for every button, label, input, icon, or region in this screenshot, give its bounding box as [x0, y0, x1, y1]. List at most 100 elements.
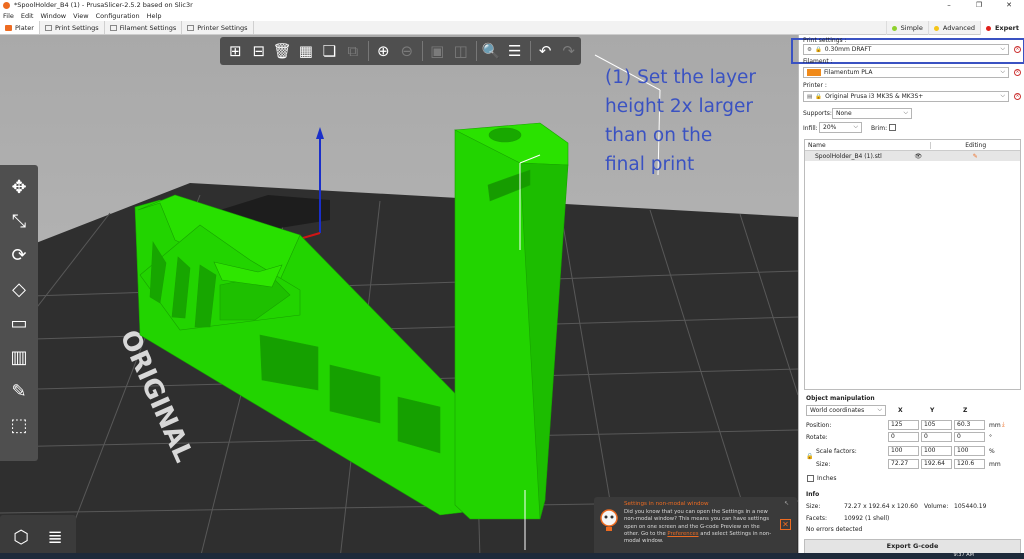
size-y-input[interactable]: 192.64: [921, 459, 952, 469]
chevron-down-icon: ⌵: [1000, 45, 1005, 52]
tab-plater-label: Plater: [15, 23, 34, 32]
delete-all-icon[interactable]: 🗑: [271, 39, 294, 63]
object-list-row[interactable]: SpoolHolder_B4 (1).stl 👁 ✎: [805, 151, 1020, 161]
mode-simple[interactable]: Simple: [885, 21, 928, 35]
menu-edit[interactable]: Edit: [21, 12, 34, 20]
filament-combo[interactable]: Filamentum PLA ⌵: [803, 67, 1009, 78]
menu-file[interactable]: File: [3, 12, 14, 20]
seam-painting-icon[interactable]: ✎: [2, 374, 36, 408]
tab-print-settings[interactable]: Print Settings: [40, 21, 105, 34]
tab-filament-settings[interactable]: Filament Settings: [105, 21, 183, 34]
coordinate-system-value: World coordinates: [810, 407, 865, 414]
inches-checkbox[interactable]: [807, 475, 814, 482]
infill-value: 20%: [823, 124, 837, 131]
toolbar-separator: [476, 41, 477, 61]
brim-checkbox[interactable]: [889, 124, 896, 131]
scale-lock-icon[interactable]: 🔒: [806, 453, 813, 460]
position-x-input[interactable]: 125: [888, 420, 919, 430]
menu-configuration[interactable]: Configuration: [96, 12, 140, 20]
split-objects-icon[interactable]: ▣: [426, 39, 449, 63]
rotate-y-input[interactable]: 0: [921, 432, 952, 442]
chevron-down-icon: ⌵: [903, 109, 908, 116]
3d-view-icon[interactable]: ⬡: [4, 520, 38, 554]
info-errors: No errors detected: [806, 526, 863, 533]
mode-expert-dot-icon: [985, 25, 991, 31]
eye-icon[interactable]: 👁: [915, 153, 931, 160]
tab-plater[interactable]: Plater: [0, 21, 40, 34]
column-name[interactable]: Name: [805, 142, 915, 149]
position-y-input[interactable]: 105: [921, 420, 952, 430]
3d-viewport[interactable]: ORIGINAL ⊞ ⊟ 🗑 ▦ ❏ ⧉ ⊕ ⊖ ▣ ◫ 🔍 ☰ ↶ ↷ ✥ ⤡…: [0, 35, 798, 559]
filament-edit-icon[interactable]: ×: [1014, 69, 1021, 76]
object-manipulation-title: Object manipulation: [806, 395, 875, 402]
z-axis-arrow: [316, 127, 324, 139]
size-z-input[interactable]: 120.6: [954, 459, 985, 469]
infill-label: Infill:: [803, 125, 818, 132]
add-object-icon[interactable]: ⊞: [224, 39, 247, 63]
edit-object-icon[interactable]: ✎: [930, 153, 1020, 160]
paste-icon[interactable]: ⧉: [342, 39, 365, 63]
tab-printer-settings[interactable]: Printer Settings: [182, 21, 254, 34]
scale-z-input[interactable]: 100: [954, 446, 985, 456]
lock-icon: 🔒: [814, 46, 822, 53]
coordinate-system-combo[interactable]: World coordinates ⌵: [806, 405, 886, 416]
delete-icon[interactable]: ⊟: [248, 39, 271, 63]
printer-edit-icon[interactable]: ×: [1014, 93, 1021, 100]
split-parts-icon[interactable]: ◫: [450, 39, 473, 63]
mode-expert-label: Expert: [994, 24, 1019, 32]
supports-combo[interactable]: None ⌵: [832, 108, 912, 119]
menu-view[interactable]: View: [73, 12, 88, 20]
scale-icon[interactable]: ⤡: [2, 204, 36, 238]
scale-x-input[interactable]: 100: [888, 446, 919, 456]
hint-title: Settings in non-modal window: [624, 501, 709, 507]
export-gcode-button[interactable]: Export G-code: [804, 539, 1021, 554]
infill-combo[interactable]: 20% ⌵: [819, 122, 862, 133]
chevron-down-icon: ⌵: [853, 123, 858, 130]
preset-edit-icon[interactable]: ×: [1014, 46, 1021, 53]
copy-icon[interactable]: ❏: [318, 39, 341, 63]
arrange-icon[interactable]: ▦: [295, 39, 318, 63]
print-settings-combo[interactable]: ⚙ 🔒 0.30mm DRAFT ⌵: [803, 44, 1009, 55]
printer-combo[interactable]: ▤ 🔒 Original Prusa i3 MK3S & MK3S+ ⌵: [803, 91, 1009, 102]
undo-icon[interactable]: ↶: [534, 39, 557, 63]
add-instance-icon[interactable]: ⊕: [372, 39, 395, 63]
paint-supports-icon[interactable]: ▥: [2, 340, 36, 374]
hint-pin-icon[interactable]: ↖: [784, 500, 789, 507]
plater-toolbar: ⊞ ⊟ 🗑 ▦ ❏ ⧉ ⊕ ⊖ ▣ ◫ 🔍 ☰ ↶ ↷: [220, 37, 581, 65]
move-icon[interactable]: ✥: [2, 170, 36, 204]
hint-close-icon[interactable]: ✕: [780, 519, 791, 530]
menu-help[interactable]: Help: [147, 12, 162, 20]
scale-y-input[interactable]: 100: [921, 446, 952, 456]
measure-icon[interactable]: ⬚: [2, 408, 36, 442]
variable-layer-height-icon[interactable]: ☰: [503, 39, 526, 63]
column-editing[interactable]: Editing: [930, 141, 1020, 149]
title-bar: *SpoolHolder_B4 (1) - PrusaSlicer-2.5.2 …: [0, 0, 1024, 10]
place-on-face-icon[interactable]: ◇: [2, 272, 36, 306]
remove-instance-icon[interactable]: ⊖: [396, 39, 419, 63]
minimize-icon[interactable]: –: [934, 0, 964, 10]
drop-to-bed-icon[interactable]: ⤓: [1002, 421, 1005, 429]
search-icon[interactable]: 🔍: [480, 39, 503, 63]
menu-window[interactable]: Window: [40, 12, 66, 20]
mode-advanced-label: Advanced: [942, 24, 975, 32]
size-x-input[interactable]: 72.27: [888, 459, 919, 469]
maximize-icon[interactable]: ❐: [964, 0, 994, 10]
rotate-z-input[interactable]: 0: [954, 432, 985, 442]
right-sidebar: Print settings : ⚙ 🔒 0.30mm DRAFT ⌵ × Fi…: [791, 35, 1024, 559]
cut-icon[interactable]: ▭: [2, 306, 36, 340]
rotate-x-input[interactable]: 0: [888, 432, 919, 442]
position-z-input[interactable]: 60.3: [954, 420, 985, 430]
mode-expert[interactable]: Expert: [979, 21, 1024, 35]
mode-advanced[interactable]: Advanced: [927, 21, 980, 35]
filament-color-swatch[interactable]: [807, 69, 821, 76]
rotate-label: Rotate:: [806, 434, 828, 441]
close-icon[interactable]: ✕: [994, 0, 1024, 10]
printer-settings-icon: [187, 24, 195, 31]
hint-preferences-link[interactable]: Preferences: [667, 531, 698, 537]
tab-printer-settings-label: Printer Settings: [197, 23, 248, 32]
rotate-icon[interactable]: ⟳: [2, 238, 36, 272]
redo-icon[interactable]: ↷: [557, 39, 580, 63]
os-taskbar: 9:37 AM: [0, 552, 1024, 559]
preview-layers-icon[interactable]: ≣: [38, 520, 72, 554]
info-facets-label: Facets:: [806, 515, 828, 522]
